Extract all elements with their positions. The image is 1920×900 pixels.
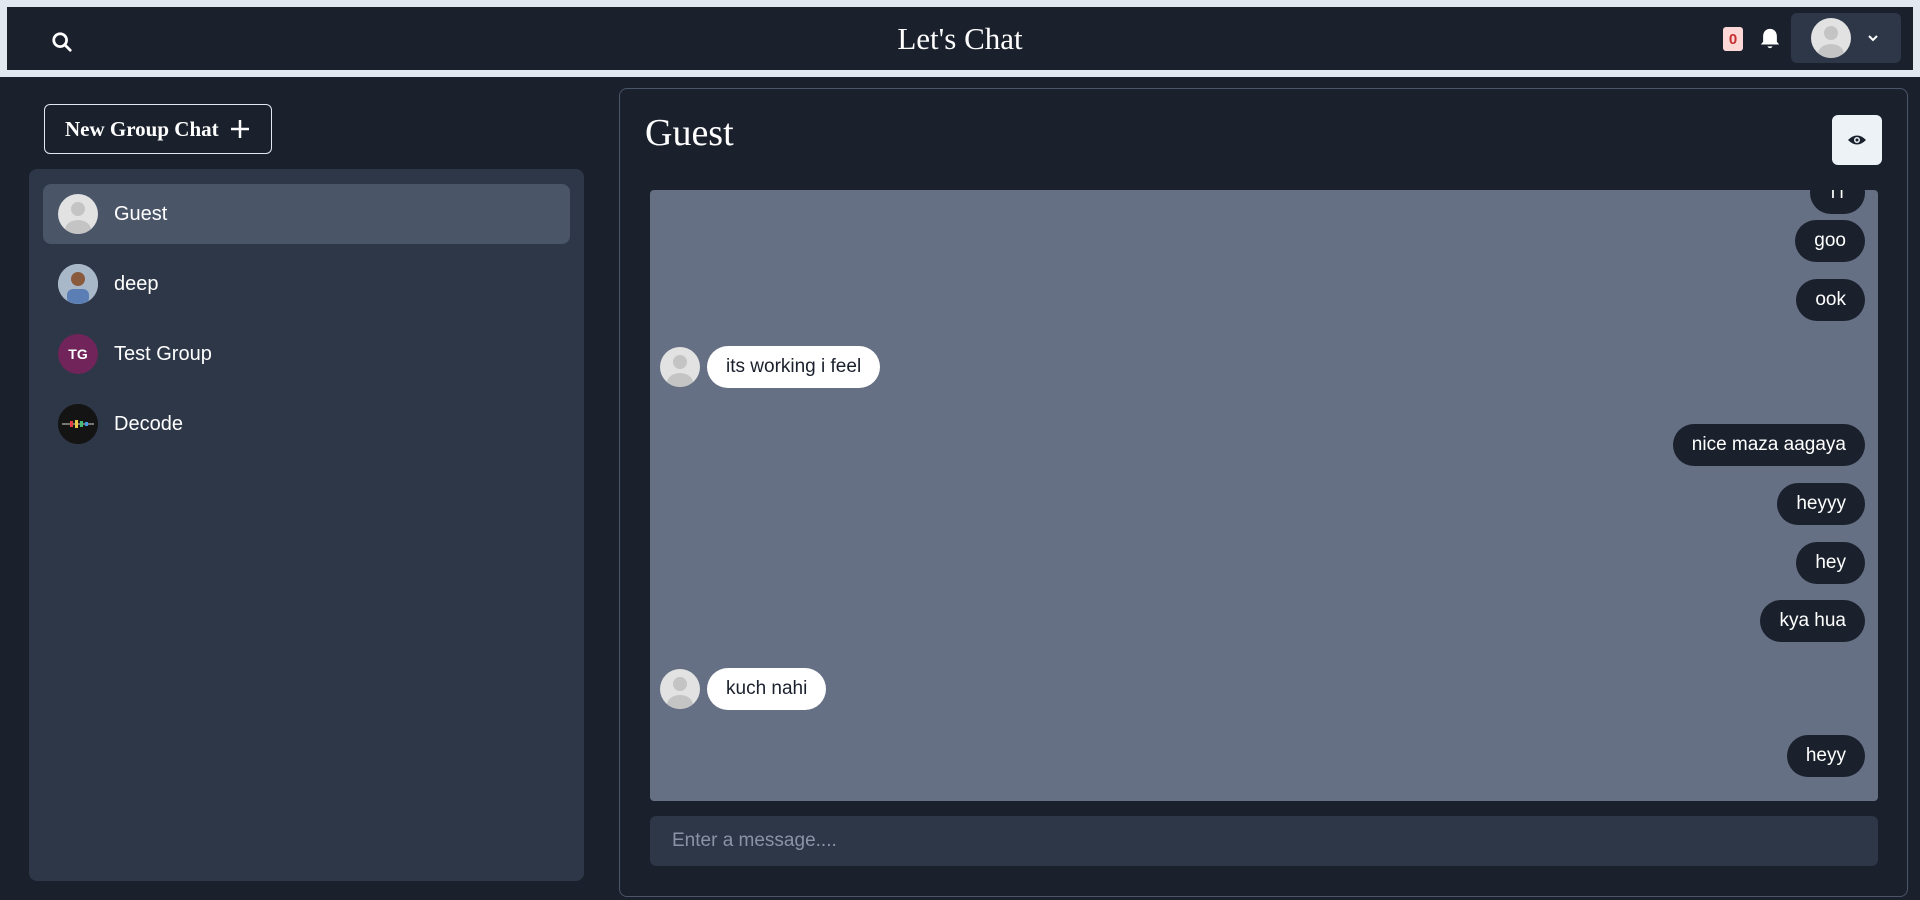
sent-message: nice maza aagaya [1672,424,1865,466]
user-avatar-icon [58,194,98,234]
message-area[interactable]: тт goo ook its working i feel nice maza … [650,190,1878,801]
chat-list: Guest deep TG Test Group Decode [29,169,584,881]
message-row: kya hua [650,600,1878,642]
new-group-chat-label: New Group Chat [65,116,219,141]
image-avatar [58,404,98,444]
chevron-down-icon [1868,35,1878,42]
chat-item-label: Guest [114,202,168,225]
chat-item-label: deep [114,272,159,295]
chat-item-decode[interactable]: Decode [43,394,570,454]
sent-message: ook [1796,279,1865,321]
message-row: heyyy [650,483,1878,525]
chat-item-deep[interactable]: deep [43,254,570,314]
notification-count-badge: 0 [1723,27,1743,51]
message-row: тт [650,190,1878,214]
message-row: kuch nahi [650,668,1878,710]
user-avatar-icon [1811,18,1851,58]
message-row: goo [650,220,1878,262]
user-avatar-icon [660,347,700,387]
chat-title: Guest [645,112,734,154]
sent-message: heyyy [1777,483,1865,525]
message-row: its working i feel [650,346,1878,388]
top-frame: Let's Chat 0 [0,0,1920,77]
bell-icon [1760,28,1780,49]
profile-menu-button[interactable] [1791,13,1901,63]
message-row: nice maza aagaya [650,424,1878,466]
photo-avatar [58,264,98,304]
eye-icon [1848,135,1866,145]
message-input[interactable] [650,816,1878,866]
sent-message: heyy [1786,735,1865,777]
new-group-chat-button[interactable]: New Group Chat [44,104,272,154]
received-message: its working i feel [707,346,881,388]
message-row: heyy [650,735,1878,777]
chat-item-label: Test Group [114,342,212,365]
group-avatar: TG [58,334,98,374]
user-avatar-icon [660,669,700,709]
plus-icon [230,120,249,138]
view-profile-button[interactable] [1832,115,1882,165]
received-message: kuch nahi [707,668,827,710]
sent-message: kya hua [1760,600,1865,642]
notifications-button[interactable] [1755,24,1785,54]
chat-item-test-group[interactable]: TG Test Group [43,324,570,384]
sent-message: тт [1809,190,1865,214]
app-title: Let's Chat [897,21,1023,56]
sent-message: hey [1796,542,1865,584]
chat-item-guest[interactable]: Guest [43,184,570,244]
chat-panel: Guest тт goo ook its working i feel nice… [619,88,1908,897]
top-bar: Let's Chat 0 [7,7,1913,70]
message-row: ook [650,279,1878,321]
message-row: hey [650,542,1878,584]
chat-item-label: Decode [114,412,183,435]
sent-message: goo [1795,220,1865,262]
